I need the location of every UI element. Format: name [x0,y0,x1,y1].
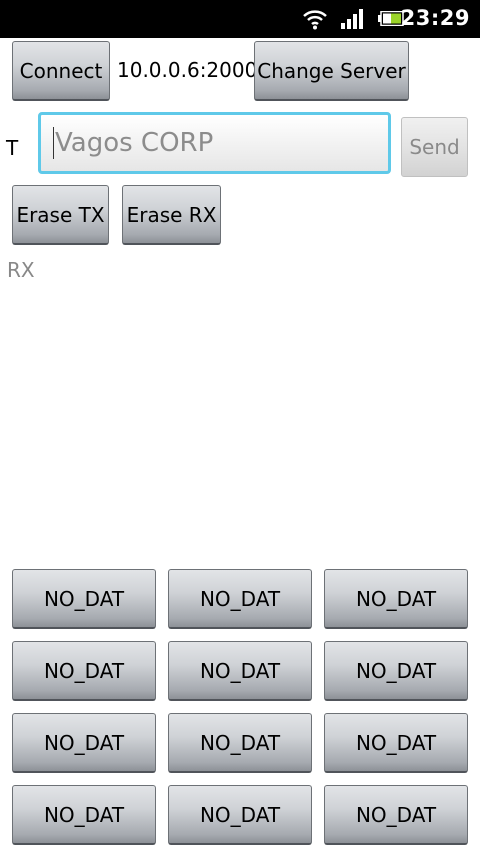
data-button[interactable]: NO_DAT [168,569,312,629]
erase-tx-button[interactable]: Erase TX [12,185,109,245]
data-button[interactable]: NO_DAT [168,713,312,773]
connect-button[interactable]: Connect [12,41,110,101]
data-button[interactable]: NO_DAT [12,641,156,701]
data-button[interactable]: NO_DAT [324,569,468,629]
data-button[interactable]: NO_DAT [324,641,468,701]
tx-label: T [6,136,19,160]
data-button[interactable]: NO_DAT [324,713,468,773]
server-address: 10.0.0.6:2000 [117,58,258,82]
text-cursor [53,127,54,159]
data-button[interactable]: NO_DAT [12,785,156,845]
tx-input[interactable]: Vagos CORP [38,112,391,174]
send-button[interactable]: Send [401,117,468,177]
data-button[interactable]: NO_DAT [168,785,312,845]
rx-label: RX [7,258,35,282]
change-server-button[interactable]: Change Server [254,41,409,101]
wifi-icon [303,10,327,30]
data-button[interactable]: NO_DAT [12,569,156,629]
tx-input-value: Vagos CORP [55,128,214,158]
status-bar: 23:29 [0,0,480,38]
erase-rx-button[interactable]: Erase RX [122,185,221,245]
data-button[interactable]: NO_DAT [12,713,156,773]
data-button[interactable]: NO_DAT [168,641,312,701]
status-clock: 23:29 [400,6,470,30]
signal-icon [341,9,363,29]
data-button[interactable]: NO_DAT [324,785,468,845]
